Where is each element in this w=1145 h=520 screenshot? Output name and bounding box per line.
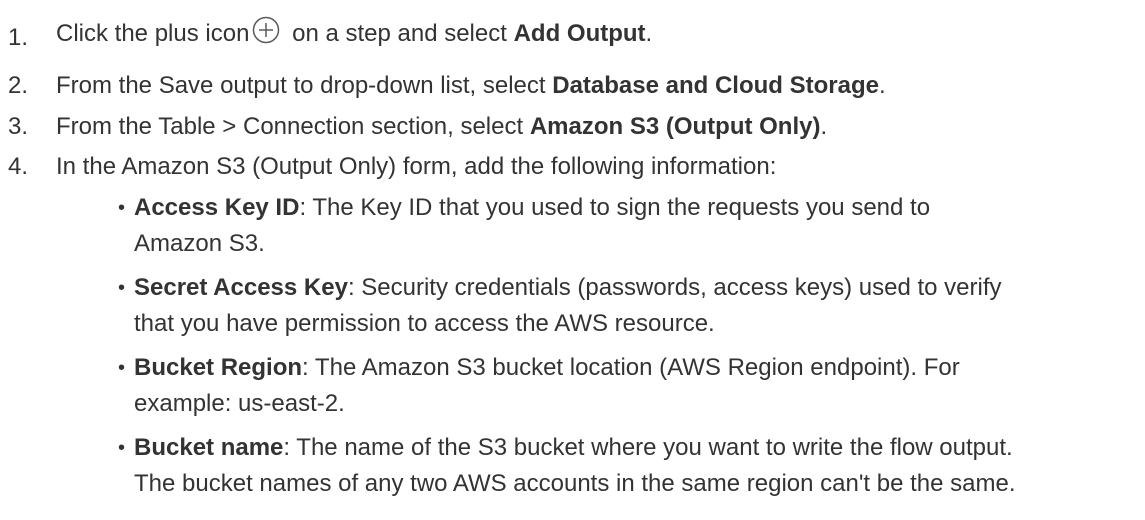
step-text: From the Table > Connection section, sel… bbox=[56, 107, 827, 147]
step-text-part: on a step and select bbox=[285, 20, 514, 47]
field-description: : The Amazon S3 bucket location (AWS Reg… bbox=[302, 354, 960, 381]
step-number: 1. bbox=[8, 24, 29, 51]
add-output-label: Add Output bbox=[513, 20, 646, 47]
list-item-line: The bucket names of any two AWS accounts… bbox=[134, 470, 1016, 497]
field-description: : Security credentials (passwords, acces… bbox=[347, 274, 1002, 301]
step-text: Click the plus icon on a step and select… bbox=[56, 14, 652, 54]
list-item-line: Amazon S3. bbox=[134, 230, 265, 257]
list-item: • Bucket name: The name of the S3 bucket… bbox=[118, 430, 1138, 510]
list-item-line: Bucket Region: The Amazon S3 bucket loca… bbox=[134, 350, 1138, 386]
step-text-end: . bbox=[878, 72, 886, 99]
field-term: Bucket Region bbox=[134, 354, 303, 381]
step-text-end: . bbox=[645, 20, 653, 47]
step-text-end: . bbox=[820, 113, 828, 140]
list-item-line: Access Key ID: The Key ID that you used … bbox=[134, 190, 1138, 226]
step-text: In the Amazon S3 (Output Only) form, add… bbox=[56, 153, 777, 180]
plus-circle-icon bbox=[251, 15, 281, 45]
step-number: 2. bbox=[8, 72, 29, 99]
list-item-line: that you have permission to access the A… bbox=[134, 310, 715, 337]
step-number: 3. bbox=[8, 113, 29, 140]
bullet-icon: • bbox=[118, 357, 126, 379]
field-description: : The Key ID that you used to sign the r… bbox=[299, 194, 931, 221]
bullet-icon: • bbox=[118, 437, 126, 459]
step-text-part: Click the plus icon bbox=[56, 20, 250, 47]
field-term: Access Key ID bbox=[134, 194, 300, 221]
field-list: • Access Key ID: The Key ID that you use… bbox=[118, 190, 1138, 510]
list-item-line: example: us-east-2. bbox=[134, 390, 345, 417]
step-number: 4. bbox=[8, 153, 29, 180]
step-text-part: From the Save output to drop-down list, … bbox=[56, 72, 553, 99]
field-description: : The name of the S3 bucket where you wa… bbox=[283, 434, 1013, 461]
amazon-s3-label: Amazon S3 (Output Only) bbox=[529, 113, 821, 140]
field-term: Bucket name bbox=[134, 434, 284, 461]
list-item: • Access Key ID: The Key ID that you use… bbox=[118, 190, 1138, 270]
database-cloud-storage-label: Database and Cloud Storage bbox=[552, 72, 879, 99]
list-item: • Secret Access Key: Security credential… bbox=[118, 270, 1138, 350]
list-item-line: Bucket name: The name of the S3 bucket w… bbox=[134, 430, 1138, 466]
bullet-icon: • bbox=[118, 197, 126, 219]
instructions-document: 1. Click the plus icon on a step and sel… bbox=[0, 0, 1145, 520]
list-item-line: Secret Access Key: Security credentials … bbox=[134, 270, 1138, 306]
list-item: • Bucket Region: The Amazon S3 bucket lo… bbox=[118, 350, 1138, 430]
field-term: Secret Access Key bbox=[134, 274, 348, 301]
step-text: From the Save output to drop-down list, … bbox=[56, 66, 886, 106]
step-text-part: From the Table > Connection section, sel… bbox=[56, 113, 530, 140]
bullet-icon: • bbox=[118, 277, 126, 299]
